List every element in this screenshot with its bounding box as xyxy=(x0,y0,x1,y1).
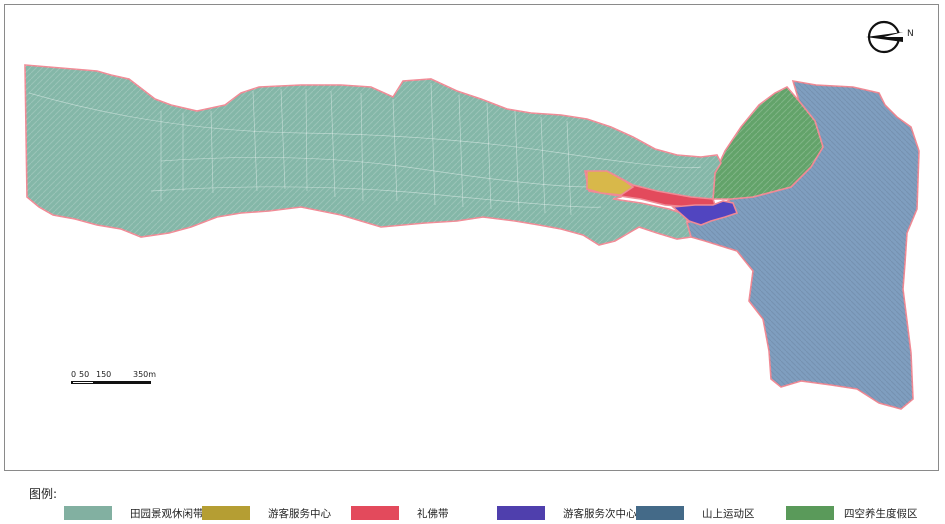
legend-swatch xyxy=(202,506,250,520)
legend-item-rural: 田园景观休闲带 xyxy=(64,505,204,521)
legend-item-wellness: 四空养生度假区 xyxy=(786,505,918,521)
legend-item-mountain: 山上运动区 xyxy=(636,505,755,521)
map-frame: N 0 50 150 350m xyxy=(4,4,939,471)
scale-tick-150: 150 xyxy=(96,370,112,379)
zoning-map[interactable] xyxy=(5,5,940,472)
north-arrow: N xyxy=(863,19,923,55)
scale-bar-segment xyxy=(73,382,93,383)
legend-label: 山上运动区 xyxy=(702,507,755,520)
scale-tick-50: 50 xyxy=(79,370,90,379)
scale-bar: 0 50 150 350m xyxy=(69,370,169,390)
legend-swatch xyxy=(351,506,399,520)
legend-label: 游客服务次中心 xyxy=(563,507,637,520)
legend-swatch xyxy=(497,506,545,520)
legend-label: 四空养生度假区 xyxy=(844,507,918,520)
legend-label: 礼佛带 xyxy=(417,507,449,520)
scale-tick-350: 350m xyxy=(133,370,157,379)
legend-item-visitor-center: 游客服务中心 xyxy=(202,505,331,521)
legend-swatch xyxy=(786,506,834,520)
legend-label: 田园景观休闲带 xyxy=(130,507,204,520)
north-label: N xyxy=(907,29,914,39)
scale-tick-0: 0 xyxy=(71,370,77,379)
legend-swatch xyxy=(64,506,112,520)
legend-item-sub-center: 游客服务次中心 xyxy=(497,505,637,521)
legend-label: 游客服务中心 xyxy=(268,507,331,520)
legend-title: 图例: xyxy=(29,487,58,501)
compass-icon xyxy=(866,20,903,54)
legend-item-buddhist: 礼佛带 xyxy=(351,505,449,521)
legend-swatch xyxy=(636,506,684,520)
